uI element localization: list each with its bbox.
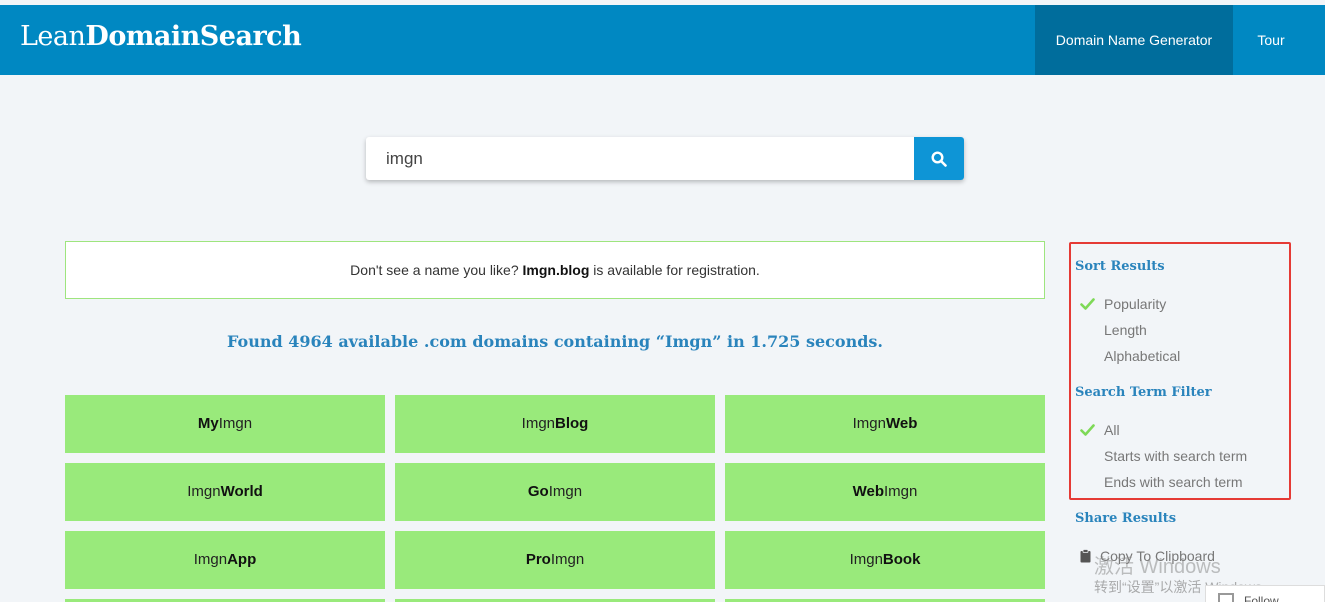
- tile-suffix: App: [227, 551, 257, 568]
- tile-base: Imgn: [218, 415, 253, 432]
- nav-tour[interactable]: Tour: [1233, 5, 1309, 75]
- top-navigation-bar: LeanDomainSearch Domain Name Generator T…: [0, 5, 1325, 75]
- search-button[interactable]: [914, 137, 964, 180]
- search-input[interactable]: [366, 137, 914, 180]
- tile-prefix: My: [197, 415, 219, 432]
- share-results-heading: Share Results: [1075, 511, 1177, 526]
- windows-activation-watermark: 激活 Windows: [1094, 556, 1221, 578]
- tile-base: Imgn: [852, 415, 886, 432]
- tile-base: Imgn: [849, 551, 883, 568]
- tile-base: Imgn: [550, 551, 585, 568]
- tile-suffix: Blog: [555, 415, 589, 432]
- tile-base: Imgn: [193, 551, 228, 568]
- nav-domain-name-generator[interactable]: Domain Name Generator: [1035, 5, 1233, 75]
- blog-domain-notice: Don't see a name you like? Imgn.blog is …: [65, 241, 1045, 299]
- tile-suffix: World: [220, 483, 263, 500]
- tile-base: Imgn: [884, 483, 918, 500]
- domain-tile[interactable]: ImgnWorld: [65, 463, 385, 521]
- follow-icon: [1218, 593, 1234, 602]
- domain-tile[interactable]: ImgnApp: [65, 531, 385, 589]
- logo-light-text: Lean: [20, 21, 86, 52]
- domain-tile[interactable]: WebImgn: [725, 463, 1045, 521]
- tile-suffix: Web: [885, 415, 918, 432]
- search-icon: [931, 150, 947, 167]
- logo-bold-text: DomainSearch: [85, 21, 302, 52]
- follow-widget[interactable]: Follow: [1205, 585, 1325, 602]
- tile-prefix: Pro: [525, 551, 551, 568]
- domain-tile[interactable]: ImgnBook: [725, 531, 1045, 589]
- domain-tile[interactable]: GoImgn: [395, 463, 715, 521]
- notice-prefix: Don't see a name you like?: [350, 262, 523, 278]
- site-logo[interactable]: LeanDomainSearch: [20, 21, 302, 52]
- domain-tile[interactable]: ImgnWeb: [725, 395, 1045, 453]
- domain-tile[interactable]: ImgnBlog: [395, 395, 715, 453]
- tile-base: Imgn: [187, 483, 221, 500]
- domain-tile[interactable]: MyImgn: [65, 395, 385, 453]
- search-box: [366, 137, 964, 180]
- domain-tile[interactable]: ProImgn: [395, 531, 715, 589]
- results-summary: Found 4964 available .com domains contai…: [227, 332, 883, 351]
- tile-prefix: Web: [852, 483, 885, 500]
- tile-prefix: Go: [527, 483, 549, 500]
- clipboard-icon: [1080, 549, 1091, 563]
- tile-base: Imgn: [521, 415, 556, 432]
- follow-label: Follow: [1244, 594, 1279, 602]
- notice-suffix: is available for registration.: [589, 262, 760, 278]
- highlight-annotation-box: [1069, 242, 1291, 500]
- tile-base: Imgn: [548, 483, 583, 500]
- notice-domain-link[interactable]: Imgn.blog: [523, 262, 590, 278]
- tile-suffix: Book: [882, 551, 921, 568]
